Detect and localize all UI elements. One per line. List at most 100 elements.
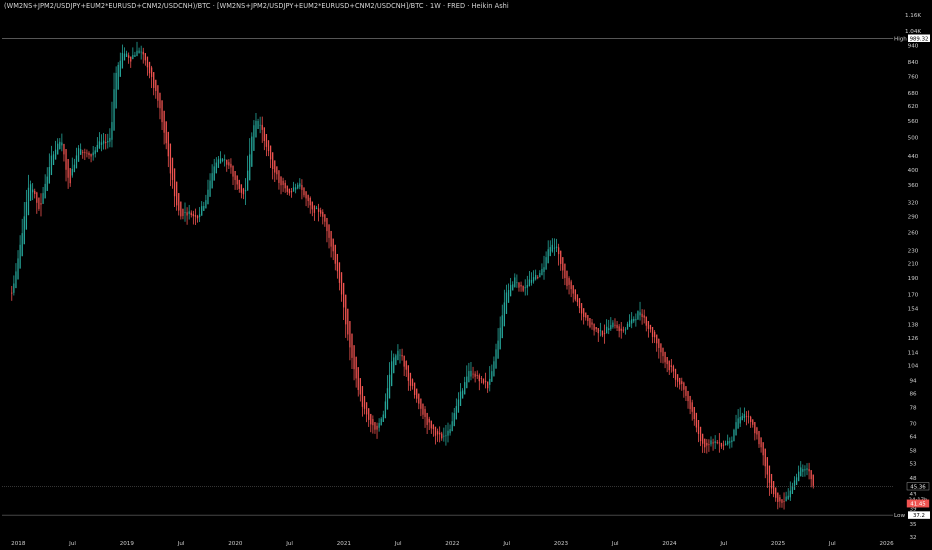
candle <box>662 347 664 364</box>
candle <box>48 153 50 184</box>
candle-body <box>664 351 666 363</box>
candle-body <box>608 328 610 331</box>
candle <box>637 310 639 320</box>
candle-body <box>474 373 476 377</box>
candle <box>342 282 345 321</box>
y-tick-label: 230 <box>908 248 919 254</box>
candle-body <box>666 357 668 365</box>
candle-body <box>620 328 622 331</box>
candle-body <box>173 168 176 197</box>
candle-body <box>134 55 136 57</box>
candle-body <box>21 233 23 257</box>
candle <box>708 439 710 452</box>
candle <box>453 407 455 427</box>
candle-body <box>144 53 146 61</box>
candle <box>142 47 144 64</box>
candle-body <box>461 390 464 399</box>
candle <box>722 440 725 451</box>
candle <box>307 194 309 208</box>
candle-body <box>676 374 679 382</box>
candle <box>633 316 635 324</box>
candle-body <box>370 413 372 425</box>
candle <box>274 160 276 183</box>
candle-body <box>393 357 395 374</box>
candle <box>447 422 449 443</box>
candle <box>459 383 462 406</box>
candle <box>317 203 320 222</box>
candle-body <box>157 85 159 101</box>
candle-body <box>672 366 675 372</box>
candle-body <box>424 409 426 417</box>
candle <box>656 334 658 352</box>
candle-body <box>526 285 528 288</box>
candle <box>806 463 808 476</box>
candle-body <box>161 100 163 123</box>
candle-body <box>69 168 71 184</box>
candle-body <box>240 184 243 193</box>
candle <box>153 72 155 96</box>
price-tag-text: 45.36 <box>910 484 926 490</box>
candle-body <box>524 287 526 289</box>
candle-body <box>188 211 190 214</box>
candle-body <box>731 440 733 443</box>
candle-body <box>768 465 771 483</box>
candle-body <box>478 375 480 382</box>
candle-body <box>246 170 249 191</box>
ref-label-high: High <box>894 36 907 42</box>
candle <box>111 101 113 148</box>
candle <box>125 50 128 58</box>
candle <box>428 416 430 431</box>
candle-body <box>224 159 226 161</box>
candle <box>668 360 670 375</box>
candle-body <box>138 50 140 54</box>
candle-body <box>535 274 537 280</box>
candle-body <box>311 201 313 210</box>
x-tick-label: Jul <box>611 541 619 547</box>
y-tick-label: 138 <box>908 323 919 329</box>
candle <box>123 47 126 61</box>
candle <box>102 132 105 150</box>
candle-body <box>468 371 470 383</box>
candle <box>71 157 73 178</box>
y-tick-label: 260 <box>908 231 919 237</box>
price-chart[interactable]: High 989.32 Low 37.2 1.16K 1.04K 940 840 760 680… <box>0 0 932 550</box>
candle-body <box>487 381 489 389</box>
candle-body <box>257 120 259 129</box>
candle <box>328 224 330 249</box>
candle <box>449 424 451 436</box>
candle-body <box>489 378 491 385</box>
candle-body <box>180 201 182 217</box>
candle-body <box>512 284 514 291</box>
candle-body <box>806 468 808 470</box>
candle <box>23 202 25 245</box>
candle <box>537 275 539 280</box>
candle-body <box>733 429 735 442</box>
candle <box>466 365 468 389</box>
candle-body <box>445 435 447 437</box>
candle-body <box>13 283 15 293</box>
candle-body <box>795 477 798 486</box>
candle-body <box>230 163 232 168</box>
candle <box>340 272 343 302</box>
candle-body <box>735 422 737 436</box>
candle <box>585 312 587 321</box>
candle-body <box>543 267 545 273</box>
chart-container[interactable]: (WM2NS+JPM2/USDJPY+EUM2*EURUSD+CNM2/USDC… <box>0 0 932 550</box>
candle <box>178 193 180 216</box>
y-tick-label: 64 <box>909 434 917 440</box>
candle <box>553 238 556 256</box>
candle <box>493 356 495 377</box>
candle <box>21 218 23 257</box>
candle <box>651 327 654 344</box>
candle-body <box>54 149 57 160</box>
candle <box>800 461 802 477</box>
candle <box>441 431 443 441</box>
candle <box>720 442 723 449</box>
candle <box>209 173 211 197</box>
candle <box>741 412 743 421</box>
candle-body <box>699 426 702 442</box>
candle-body <box>453 413 455 427</box>
candle-body <box>610 325 612 330</box>
candle-body <box>750 416 752 423</box>
candle <box>61 133 63 152</box>
